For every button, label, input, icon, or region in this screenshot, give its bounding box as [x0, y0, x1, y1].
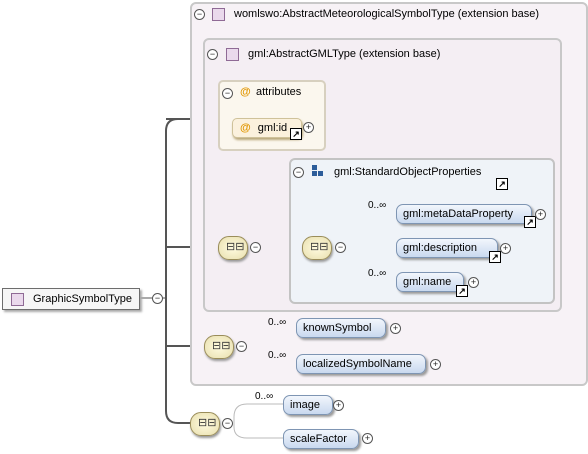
attributes-collapse-icon[interactable]: − — [222, 88, 233, 99]
sequence-icon: ⊟⊟ — [310, 241, 329, 253]
element-knownsymbol[interactable]: knownSymbol — [296, 318, 386, 338]
root-collapse-icon[interactable]: − — [152, 293, 163, 304]
occurrence-label: 0..∞ — [368, 200, 387, 211]
element-gml-name[interactable]: gml:name — [396, 272, 464, 292]
element-name: localizedSymbolName — [303, 358, 412, 370]
element-expand-icon[interactable]: + — [333, 400, 344, 411]
element-expand-icon[interactable]: + — [362, 433, 373, 444]
element-link-icon[interactable]: ↗ — [489, 251, 501, 263]
element-name: gml:metaDataProperty — [403, 208, 514, 220]
seq2-collapse-icon[interactable]: − — [236, 341, 247, 352]
seq1-collapse-icon[interactable]: − — [250, 242, 261, 253]
element-expand-icon[interactable]: + — [430, 359, 441, 370]
group-icon — [312, 165, 324, 177]
attribute-link-icon[interactable]: ↗ — [290, 128, 302, 140]
element-localizedsymbolname[interactable]: localizedSymbolName — [296, 354, 426, 374]
gml-type-icon — [226, 48, 239, 61]
root-type-box[interactable]: GraphicSymbolType — [2, 288, 140, 310]
occurrence-label: 0..∞ — [255, 391, 274, 402]
std-collapse-icon[interactable]: − — [293, 167, 304, 178]
seq3-collapse-icon[interactable]: − — [222, 418, 233, 429]
element-name: image — [290, 399, 320, 411]
occurrence-label: 0..∞ — [268, 317, 287, 328]
gml-collapse-icon[interactable]: − — [207, 49, 218, 60]
bot-branch-bot — [233, 423, 283, 439]
attribute-expand-icon[interactable]: + — [303, 122, 314, 133]
sequence-compositor-2[interactable]: ⊟⊟ — [204, 335, 234, 359]
std-group-label: gml:StandardObjectProperties — [334, 166, 482, 178]
element-gml-metadataproperty[interactable]: gml:metaDataProperty — [396, 204, 532, 224]
occurrence-label: 0..∞ — [268, 350, 287, 361]
sequence-compositor-1[interactable]: ⊟⊟ — [218, 236, 248, 260]
outer-extension-label: womlswo:AbstractMeteorologicalSymbolType… — [234, 8, 540, 20]
element-scalefactor[interactable]: scaleFactor — [283, 429, 359, 449]
root-type-label: GraphicSymbolType — [33, 293, 133, 305]
std-group-link-icon[interactable]: ↗ — [496, 178, 508, 190]
element-expand-icon[interactable]: + — [468, 277, 479, 288]
element-image[interactable]: image — [283, 395, 333, 415]
element-expand-icon[interactable]: + — [500, 243, 511, 254]
element-link-icon[interactable]: ↗ — [456, 285, 468, 297]
sequence-icon: ⊟⊟ — [212, 340, 231, 352]
element-gml-description[interactable]: gml:description — [396, 238, 498, 258]
bot-branch-top — [233, 403, 283, 423]
element-name: gml:description — [403, 242, 477, 254]
sequence-icon: ⊟⊟ — [198, 417, 217, 429]
outer-collapse-icon[interactable]: − — [194, 9, 205, 20]
occurrence-label: 0..∞ — [368, 268, 387, 279]
attribute-name: gml:id — [257, 122, 288, 134]
attribute-icon: @ — [240, 122, 251, 134]
element-expand-icon[interactable]: + — [535, 209, 546, 220]
element-expand-icon[interactable]: + — [390, 323, 401, 334]
root-type-icon — [11, 293, 24, 306]
gml-extension-label: gml:AbstractGMLType (extension base) — [248, 48, 441, 60]
element-name: knownSymbol — [303, 322, 372, 334]
outer-type-icon — [212, 8, 225, 21]
element-name: gml:name — [403, 276, 452, 288]
element-name: scaleFactor — [290, 433, 347, 445]
element-link-icon[interactable]: ↗ — [524, 216, 536, 228]
seq1b-collapse-icon[interactable]: − — [335, 242, 346, 253]
sequence-compositor-3[interactable]: ⊟⊟ — [190, 412, 220, 436]
sequence-compositor-1b[interactable]: ⊟⊟ — [302, 236, 332, 260]
attributes-label: attributes — [256, 86, 302, 98]
attribute-icon: @ — [240, 86, 251, 98]
sequence-icon: ⊟⊟ — [226, 241, 245, 253]
